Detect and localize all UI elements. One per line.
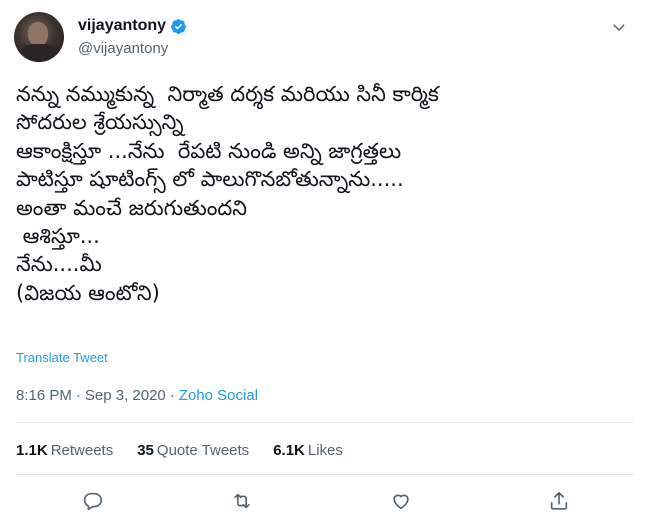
quote-label: Quote Tweets <box>156 442 250 459</box>
retweets-count: 1.1K <box>16 442 48 459</box>
divider <box>16 422 634 423</box>
tweet-meta: 8:16 PM · Sep 3, 2020 · Zoho Social <box>16 387 258 404</box>
tweet-time[interactable]: 8:16 PM <box>16 387 72 404</box>
tweet-card: vijayantony @vijayantony నన్ను నమ్ముకున్… <box>0 0 650 530</box>
quote-count: 35 <box>137 442 154 459</box>
reply-icon[interactable] <box>80 488 106 514</box>
tweet-source[interactable]: Zoho Social <box>179 387 258 404</box>
retweets-stat[interactable]: 1.1K Retweets <box>16 442 113 459</box>
chevron-down-icon[interactable] <box>608 16 630 38</box>
tweet-text: నన్ను నమ్ముకున్న నిర్మాత దర్శక మరియు సిన… <box>16 80 636 307</box>
avatar[interactable] <box>14 12 64 62</box>
display-name[interactable]: vijayantony <box>78 17 166 35</box>
heart-icon[interactable] <box>388 488 414 514</box>
tweet-line: పాటిస్తూ షూటింగ్స్ లో పాలుగొనబోతున్నాను.… <box>16 167 404 192</box>
tweet-line: అంతా మంచే జరుగుతుందని <box>16 195 247 220</box>
quote-tweets-stat[interactable]: 35 Quote Tweets <box>137 442 249 459</box>
tweet-line: నన్ను నమ్ముకున్న నిర్మాత దర్శక మరియు సిన… <box>16 82 439 106</box>
tweet-line: సోదరుల శ్రేయస్సున్ని <box>16 110 184 135</box>
user-handle[interactable]: @vijayantony <box>78 40 187 57</box>
tweet-line: (విజయ ఆంటోని) <box>16 280 160 305</box>
user-names: vijayantony @vijayantony <box>78 16 187 57</box>
likes-label: Likes <box>307 442 343 459</box>
tweet-header: vijayantony @vijayantony <box>14 12 634 64</box>
tweet-line: ఆకాంక్షిస్తూ ...నేను రేపటి నుండి అన్ని జ… <box>16 138 402 163</box>
divider <box>16 474 634 475</box>
retweet-icon[interactable] <box>229 488 255 514</box>
retweets-label: Retweets <box>50 442 114 459</box>
share-icon[interactable] <box>546 488 572 514</box>
tweet-date[interactable]: Sep 3, 2020 <box>85 387 166 404</box>
likes-count: 6.1K <box>273 442 305 459</box>
tweet-stats: 1.1K Retweets 35 Quote Tweets 6.1K Likes <box>16 442 367 459</box>
tweet-line: ఆశిస్తూ... <box>16 224 100 249</box>
tweet-actions <box>0 488 650 518</box>
likes-stat[interactable]: 6.1K Likes <box>273 442 343 459</box>
translate-tweet-link[interactable]: Translate Tweet <box>16 350 108 365</box>
verified-icon <box>170 18 187 35</box>
tweet-line: నేను....మీ <box>16 252 102 277</box>
